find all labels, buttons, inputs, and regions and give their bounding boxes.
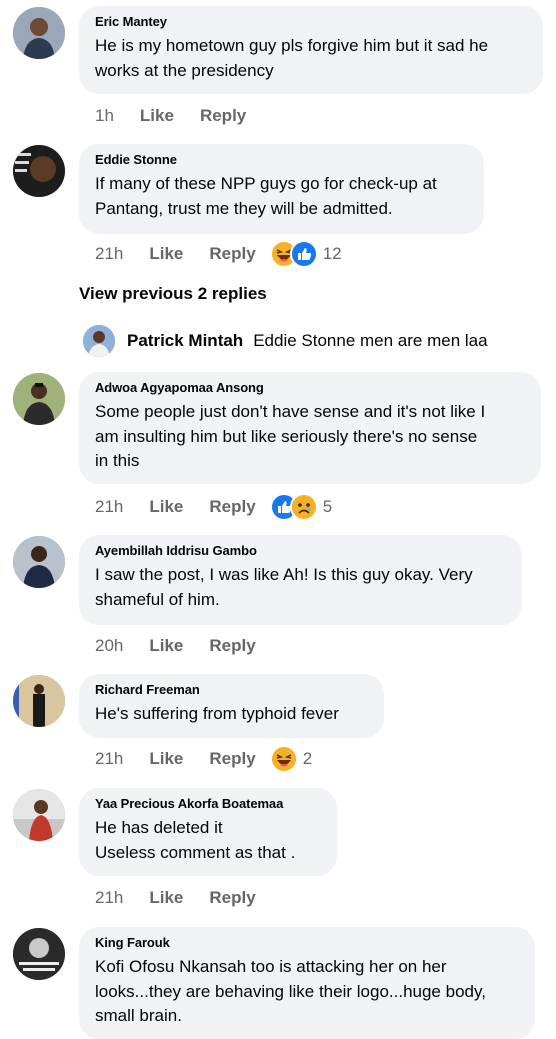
avatar[interactable]	[13, 373, 65, 425]
comment-text: I saw the post, I was like Ah! Is this g…	[95, 565, 473, 609]
like-button[interactable]: Like	[149, 888, 183, 908]
reply-button[interactable]: Reply	[209, 749, 255, 769]
reply-button[interactable]: Reply	[200, 106, 246, 126]
comment-actions: 21h Like Reply 2	[95, 745, 313, 773]
comment-timestamp[interactable]: 21h	[95, 888, 123, 908]
avatar[interactable]	[13, 145, 65, 197]
comment-author[interactable]: Eddie Stonne	[95, 152, 468, 167]
comment-author[interactable]: Adwoa Agyapomaa Ansong	[95, 380, 525, 395]
reply-preview[interactable]: Patrick Mintah Eddie Stonne men are men …	[83, 325, 488, 357]
comment-text: He's suffering from typhoid fever	[95, 704, 339, 723]
reaction-summary[interactable]: 12	[269, 240, 342, 268]
comment-bubble: King Farouk Kofi Ofosu Nkansah too is at…	[79, 927, 535, 1039]
reaction-count: 2	[302, 749, 313, 768]
like-button[interactable]: Like	[149, 636, 183, 656]
avatar[interactable]	[13, 675, 65, 727]
comment-author[interactable]: Ayembillah Iddrisu Gambo	[95, 543, 506, 558]
comment-actions: 21h Like Reply 5	[95, 493, 333, 521]
comment-actions: 20h Like Reply	[95, 634, 270, 658]
comment-timestamp[interactable]: 1h	[95, 106, 114, 126]
reply-button[interactable]: Reply	[209, 497, 255, 517]
comment-timestamp[interactable]: 21h	[95, 497, 123, 517]
comment-bubble: Ayembillah Iddrisu Gambo I saw the post,…	[79, 535, 522, 625]
comment-timestamp[interactable]: 21h	[95, 749, 123, 769]
comment-author[interactable]: King Farouk	[95, 935, 519, 950]
comment-actions: 1h Like Reply	[95, 104, 260, 128]
reply-text: Eddie Stonne men are men laa	[253, 331, 488, 350]
reply-button[interactable]: Reply	[209, 636, 255, 656]
comment-bubble: Adwoa Agyapomaa Ansong Some people just …	[79, 372, 541, 484]
comment-text: Some people just don't have sense and it…	[95, 402, 486, 470]
comment-author[interactable]: Yaa Precious Akorfa Boatemaa	[95, 796, 321, 811]
avatar[interactable]	[13, 789, 65, 841]
comment-text: He has deleted it Useless comment as tha…	[95, 818, 296, 862]
comment-timestamp[interactable]: 21h	[95, 244, 123, 264]
avatar[interactable]	[13, 7, 65, 59]
avatar[interactable]	[13, 536, 65, 588]
comment-author[interactable]: Richard Freeman	[95, 682, 368, 697]
like-button[interactable]: Like	[149, 497, 183, 517]
like-button[interactable]: Like	[149, 749, 183, 769]
reaction-count: 5	[322, 497, 333, 516]
comment-text: He is my hometown guy pls forgive him bu…	[95, 36, 489, 80]
comment-bubble: Eddie Stonne If many of these NPP guys g…	[79, 144, 484, 234]
reply-button[interactable]: Reply	[209, 888, 255, 908]
like-button[interactable]: Like	[149, 244, 183, 264]
reply-button[interactable]: Reply	[209, 244, 255, 264]
reaction-count: 12	[322, 244, 342, 263]
like-button[interactable]: Like	[140, 106, 174, 126]
comment-actions: 21h Like Reply	[95, 886, 270, 910]
like-reaction-icon	[289, 240, 318, 268]
view-previous-replies-link[interactable]: View previous 2 replies	[79, 284, 267, 304]
comment-text: If many of these NPP guys go for check-u…	[95, 174, 437, 218]
avatar[interactable]	[83, 325, 115, 357]
comment-timestamp[interactable]: 20h	[95, 636, 123, 656]
comment-text: Kofi Ofosu Nkansah too is attacking her …	[95, 957, 486, 1025]
laughing-emoji-icon	[269, 745, 298, 773]
comment-bubble: Eric Mantey He is my hometown guy pls fo…	[79, 6, 543, 94]
avatar[interactable]	[13, 928, 65, 980]
reaction-summary[interactable]: 2	[269, 745, 313, 773]
comment-bubble: Yaa Precious Akorfa Boatemaa He has dele…	[79, 788, 337, 876]
comment-bubble: Richard Freeman He's suffering from typh…	[79, 674, 384, 738]
reply-author[interactable]: Patrick Mintah	[127, 331, 243, 351]
sad-emoji-icon	[289, 493, 318, 521]
comment-actions: 21h Like Reply 12	[95, 240, 342, 268]
comment-author[interactable]: Eric Mantey	[95, 14, 527, 29]
reaction-summary[interactable]: 5	[269, 493, 333, 521]
